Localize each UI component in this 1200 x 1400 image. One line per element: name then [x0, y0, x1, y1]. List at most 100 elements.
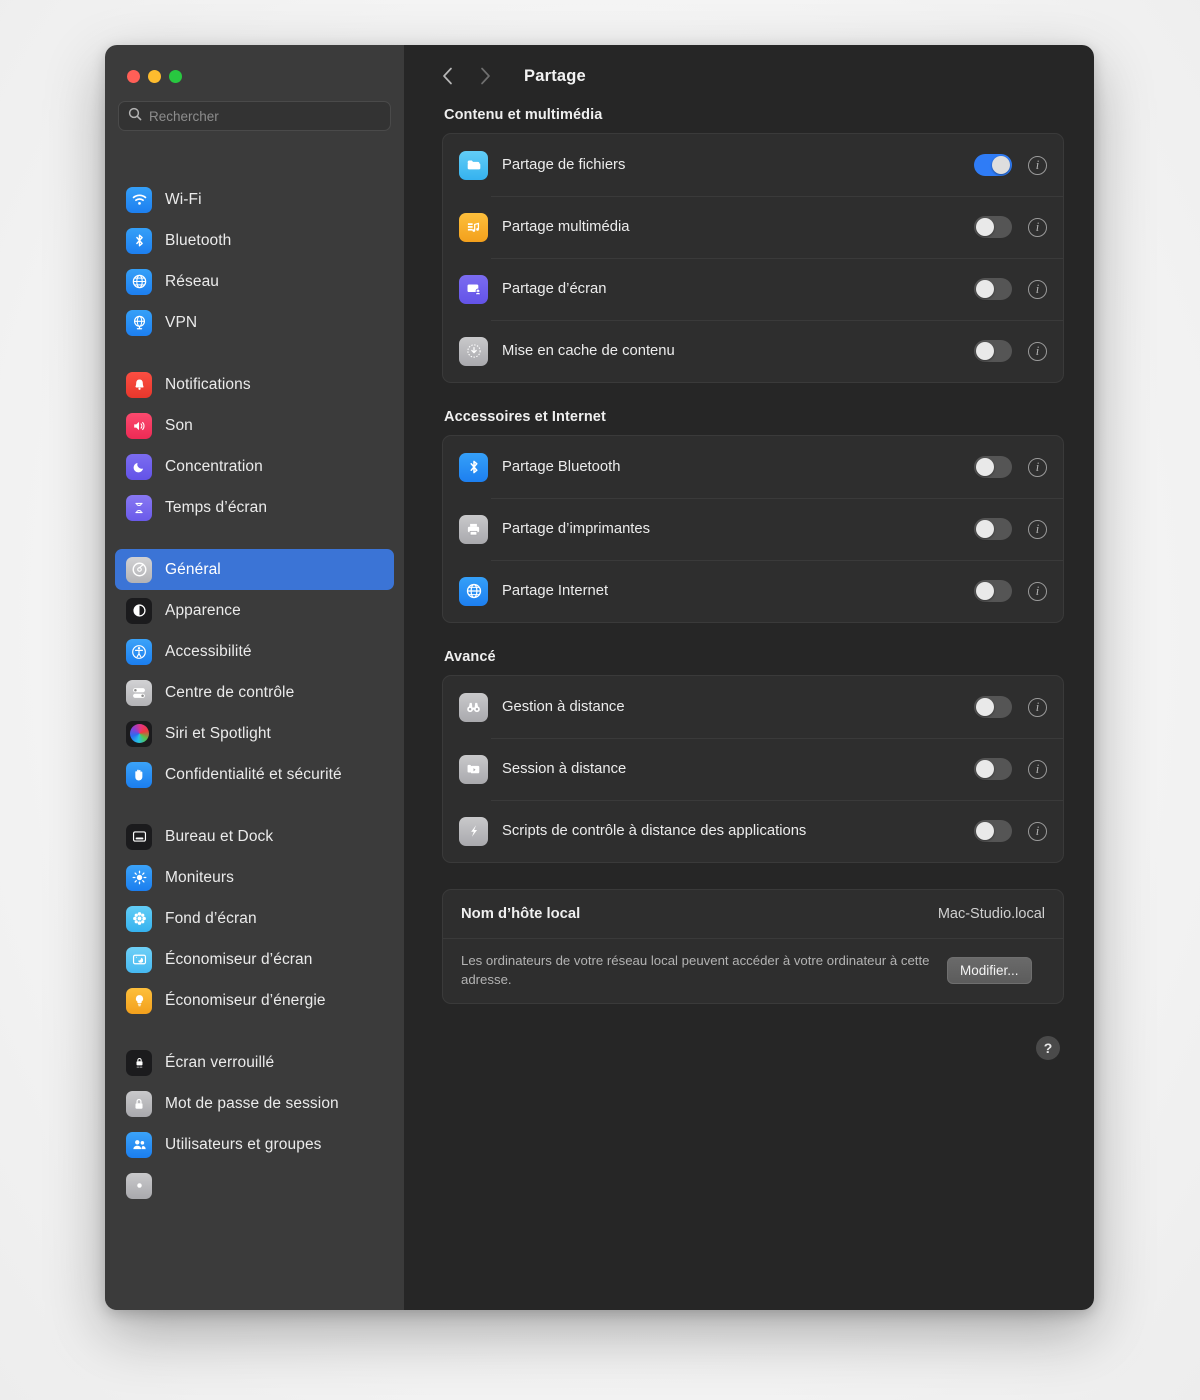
- info-icon[interactable]: i: [1028, 279, 1047, 299]
- wifi-icon: [126, 186, 152, 213]
- zoom-button[interactable]: [169, 70, 182, 83]
- row-partage-bluetooth[interactable]: Partage Bluetooth i: [443, 436, 1063, 498]
- section-heading: Contenu et multimédia: [444, 107, 603, 123]
- toggle-scripts-de-controle[interactable]: [974, 820, 1012, 842]
- sidebar-item-login-password[interactable]: Mot de passe de session: [115, 1083, 394, 1124]
- row-partage-dimprimantes[interactable]: Partage d’imprimantes i: [443, 498, 1063, 560]
- sidebar-item-notifications[interactable]: Notifications: [115, 364, 394, 405]
- minimize-button[interactable]: [148, 70, 161, 83]
- page-title: Partage: [524, 66, 586, 85]
- sidebar-item-screentime[interactable]: Temps d’écran: [115, 487, 394, 528]
- info-icon[interactable]: i: [1028, 697, 1047, 717]
- sidebar-item-displays[interactable]: Moniteurs: [115, 857, 394, 898]
- sidebar-item-siri-spotlight[interactable]: Siri et Spotlight: [115, 713, 394, 754]
- info-icon[interactable]: i: [1028, 217, 1047, 237]
- info-icon[interactable]: i: [1028, 341, 1047, 361]
- row-session-a-distance[interactable]: Session à distance i: [443, 738, 1063, 800]
- screen-share-icon: [459, 274, 488, 304]
- toggle-partage-decran[interactable]: [974, 278, 1012, 300]
- edit-hostname-button[interactable]: Modifier...: [947, 956, 1032, 984]
- bell-icon: [126, 371, 152, 398]
- sidebar-item-desktop-dock[interactable]: Bureau et Dock: [115, 816, 394, 857]
- toggle-partage-internet[interactable]: [974, 580, 1012, 602]
- section-heading: Avancé: [444, 649, 496, 665]
- row-label: Partage Internet: [502, 583, 609, 599]
- desktop-background: Wi-Fi Bluetooth: [0, 0, 1200, 1400]
- sidebar-item-screensaver[interactable]: Économiseur d’écran: [115, 939, 394, 980]
- close-button[interactable]: [127, 70, 140, 83]
- sidebar-item-lock-screen[interactable]: Écran verrouillé: [115, 1042, 394, 1083]
- toggle-partage-multimedia[interactable]: [974, 216, 1012, 238]
- globe-icon: [126, 268, 152, 295]
- sidebar-item-label: Centre de contrôle: [165, 683, 295, 701]
- info-icon[interactable]: i: [1028, 519, 1047, 539]
- sidebar-item-bluetooth[interactable]: Bluetooth: [115, 220, 394, 261]
- sidebar-item-label: Moniteurs: [165, 868, 234, 886]
- row-partage-multimedia[interactable]: Partage multimédia i: [443, 196, 1063, 258]
- sidebar-item-label: Temps d’écran: [165, 498, 268, 516]
- sidebar-item-wallpaper[interactable]: Fond d’écran: [115, 898, 394, 939]
- sidebar-item-users-groups[interactable]: Utilisateurs et groupes: [115, 1124, 394, 1165]
- sidebar-item-energy-saver[interactable]: Économiseur d’énergie: [115, 980, 394, 1021]
- gear-icon: [126, 556, 152, 583]
- forward-button[interactable]: [470, 61, 500, 91]
- hand-icon: [126, 761, 152, 788]
- row-mise-en-cache-de-contenu[interactable]: Mise en cache de contenu i: [443, 320, 1063, 382]
- toggle-gestion-a-distance[interactable]: [974, 696, 1012, 718]
- main-content: Partage Contenu et multimédia Partage de…: [404, 45, 1094, 1310]
- sidebar-item-label: Notifications: [165, 375, 251, 393]
- local-hostname-card: Nom d’hôte local Mac-Studio.local Les or…: [442, 889, 1064, 1005]
- screensaver-icon: [126, 946, 152, 973]
- row-label: Partage d’écran: [502, 281, 607, 297]
- back-button[interactable]: [432, 61, 462, 91]
- sidebar-item-network[interactable]: Réseau: [115, 261, 394, 302]
- siri-icon: [126, 720, 152, 747]
- sidebar-item-label: Fond d’écran: [165, 909, 257, 927]
- info-icon[interactable]: i: [1028, 457, 1047, 477]
- row-label: Scripts de contrôle à distance des appli…: [502, 823, 807, 839]
- chevron-right-icon: [480, 67, 490, 85]
- sidebar-item-appearance[interactable]: Apparence: [115, 590, 394, 631]
- help-button[interactable]: ?: [1036, 1036, 1060, 1061]
- sidebar-item-label: Apparence: [165, 601, 241, 619]
- sidebar-divider: [105, 1021, 404, 1042]
- sidebar-item-general[interactable]: Général: [115, 549, 394, 590]
- sidebar-item-control-center[interactable]: Centre de contrôle: [115, 672, 394, 713]
- sidebar-item-sound[interactable]: Son: [115, 405, 394, 446]
- sidebar-item-wifi[interactable]: Wi-Fi: [115, 179, 394, 220]
- sidebar-item-accessibility[interactable]: Accessibilité: [115, 631, 394, 672]
- info-icon[interactable]: i: [1028, 821, 1047, 841]
- sidebar-item-focus[interactable]: Concentration: [115, 446, 394, 487]
- sidebar-item-partial[interactable]: [115, 1165, 394, 1206]
- users-icon: [126, 1131, 152, 1158]
- sidebar-item-label: Siri et Spotlight: [165, 724, 271, 742]
- row-partage-decran[interactable]: Partage d’écran i: [443, 258, 1063, 320]
- row-label: Partage de fichiers: [502, 157, 626, 173]
- sidebar-group-security: Écran verrouillé Mot de passe de session: [105, 1042, 404, 1206]
- sidebar-divider: [105, 795, 404, 816]
- toggle-partage-bluetooth[interactable]: [974, 456, 1012, 478]
- hostname-value: Mac-Studio.local: [937, 906, 1045, 922]
- search-container: [105, 83, 404, 131]
- sidebar-item-label: Son: [165, 416, 193, 434]
- sidebar-item-vpn[interactable]: VPN: [115, 302, 394, 343]
- sidebar-nav: Wi-Fi Bluetooth Réseau VPN Notifications…: [105, 131, 404, 1206]
- row-gestion-a-distance[interactable]: Gestion à distance i: [443, 676, 1063, 738]
- globe-icon: [459, 576, 488, 606]
- sidebar-group-display: Bureau et Dock Moniteurs Fond d’écran Éc…: [105, 816, 404, 1021]
- sidebar: Wi-Fi Bluetooth: [105, 45, 404, 1310]
- search-input[interactable]: [149, 108, 381, 124]
- row-partage-de-fichiers[interactable]: Partage de fichiers i: [443, 134, 1063, 196]
- toggle-partage-de-fichiers[interactable]: [974, 154, 1012, 176]
- toggle-partage-dimprimantes[interactable]: [974, 518, 1012, 540]
- desktop-dock-icon: [126, 823, 152, 850]
- info-icon[interactable]: i: [1028, 581, 1047, 601]
- row-partage-internet[interactable]: Partage Internet i: [443, 560, 1063, 622]
- search-box[interactable]: [118, 101, 391, 131]
- toggle-mise-en-cache-de-contenu[interactable]: [974, 340, 1012, 362]
- info-icon[interactable]: i: [1028, 155, 1047, 175]
- info-icon[interactable]: i: [1028, 759, 1047, 779]
- sidebar-item-privacy-security[interactable]: Confidentialité et sécurité: [115, 754, 394, 795]
- toggle-session-a-distance[interactable]: [974, 758, 1012, 780]
- row-scripts-de-controle[interactable]: Scripts de contrôle à distance des appli…: [443, 800, 1063, 862]
